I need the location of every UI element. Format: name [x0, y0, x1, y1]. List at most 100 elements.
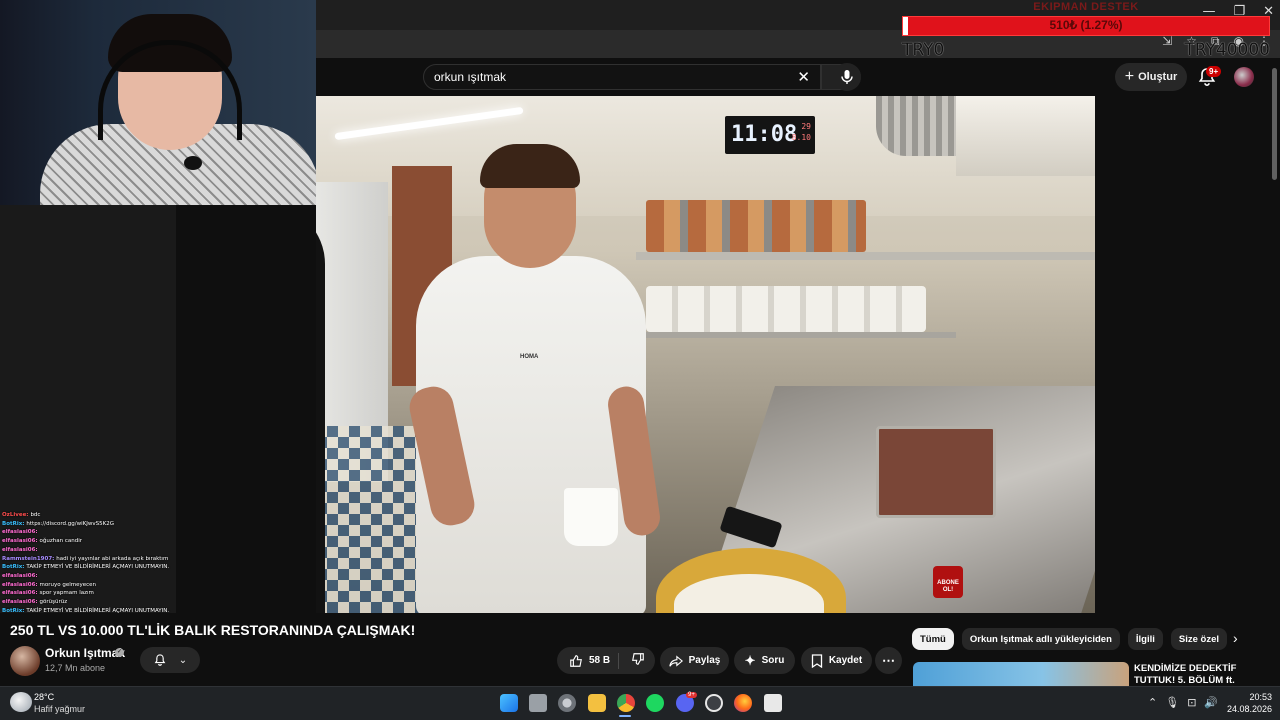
streamer-webcam: [0, 0, 316, 205]
chat-username[interactable]: elfaslasi06:: [2, 599, 40, 605]
like-count: 58 B: [588, 655, 611, 666]
chat-text: spor yapmam lazım: [39, 590, 94, 597]
donation-max-label: TRY40000: [1184, 40, 1270, 60]
spotify-icon[interactable]: [646, 694, 664, 712]
sparkle-icon: ✦: [744, 652, 756, 668]
chat-text: TAKİP ETMEYİ VE BİLDİRİMLERİ AÇMAYI UNUT…: [26, 564, 170, 571]
chat-text: hadi iyi yayınlar abi arkada açık bırakt…: [56, 555, 169, 562]
channel-name[interactable]: Orkun Işıtmak: [45, 646, 125, 660]
chat-username[interactable]: BotRix:: [2, 521, 26, 527]
windows-taskbar: [0, 686, 1280, 720]
firefox-icon[interactable]: [734, 694, 752, 712]
chat-message: elfaslasi06:: [2, 546, 177, 555]
chevron-right-icon[interactable]: ›: [1233, 630, 1238, 646]
save-label: Kaydet: [828, 655, 863, 666]
dislike-button[interactable]: [625, 652, 651, 669]
wall-clock-side: 29 8.10: [792, 121, 811, 143]
cloud-rain-icon[interactable]: [10, 692, 32, 712]
chat-username[interactable]: elfaslasi06:: [2, 547, 38, 553]
subscription-bell-button[interactable]: ⌄: [140, 647, 200, 673]
close-icon[interactable]: ✕: [797, 68, 810, 86]
save-button[interactable]: Kaydet: [801, 647, 872, 674]
chat-username[interactable]: elfaslasi06:: [2, 573, 38, 579]
chat-message: BotRix: https://discord.gg/wiKJwvS5K2G: [2, 520, 177, 529]
share-button[interactable]: Paylaş: [660, 647, 729, 674]
filter-chip[interactable]: Orkun Işıtmak adlı yükleyiciden: [961, 628, 1120, 650]
mic-icon: [841, 70, 853, 84]
more-dots-icon: ⋯: [882, 652, 895, 668]
like-dislike-group: 58 B: [557, 647, 655, 674]
video-scene-shelf-mid: [636, 332, 956, 338]
donation-amount: 510₺ (1.27%): [1049, 18, 1123, 32]
subscribe-sticker-text: ABONE OL!: [937, 580, 959, 593]
recommendation-title[interactable]: KENDİMİZE DEDEKTİF TUTTUK! 5. BÖLÜM ft.: [1134, 663, 1264, 687]
recommendation-thumbnail[interactable]: [913, 662, 1129, 686]
video-scene-hood: [956, 96, 1095, 176]
search-box[interactable]: orkun ışıtmak ✕: [423, 64, 821, 90]
voice-search-button[interactable]: [833, 63, 861, 91]
chat-username[interactable]: Rammstein1907:: [2, 556, 56, 562]
chat-text: oğuzhan candir: [39, 538, 83, 545]
create-button[interactable]: + Oluştur: [1115, 63, 1187, 91]
weather-temperature[interactable]: 28°C: [34, 692, 54, 702]
chat-username[interactable]: elfaslasi06:: [2, 582, 40, 588]
wall-clock-time: 11:08: [731, 122, 798, 147]
task-view-icon[interactable]: [529, 694, 547, 712]
chat-username[interactable]: elfaslasi06:: [2, 590, 40, 596]
video-scene-plates: [646, 286, 926, 332]
ask-button[interactable]: ✦ Soru: [734, 647, 795, 674]
file-explorer-icon[interactable]: [588, 694, 606, 712]
ask-label: Soru: [761, 655, 785, 666]
recommendation-filter-chips: Tümü Orkun Işıtmak adlı yükleyiciden İlgil…: [912, 628, 1228, 650]
chat-message: elfaslasi06:: [2, 572, 177, 581]
chevron-down-icon: ⌄: [178, 654, 188, 666]
filter-chip[interactable]: İlgili: [1127, 628, 1163, 650]
verified-icon: ✓: [115, 648, 124, 657]
video-scene-wall-clock: 11:08 29 8.10: [725, 116, 815, 154]
chat-message: elfaslasi06: görüşürüz: [2, 598, 177, 607]
video-scene-shelf-top: [636, 252, 1095, 260]
taskbar-time[interactable]: 20:53: [1232, 692, 1272, 702]
active-app-indicator: [619, 715, 631, 717]
chat-message: Rammstein1907: hadi iyi yayınlar abi ark…: [2, 555, 177, 564]
search-input[interactable]: orkun ışıtmak: [434, 70, 506, 84]
weather-description[interactable]: Hafif yağmur: [34, 704, 85, 714]
chat-username[interactable]: OzLivee:: [2, 512, 30, 518]
obs-icon[interactable]: [764, 694, 782, 712]
chevron-up-icon[interactable]: ⌃: [1148, 696, 1157, 709]
filter-chip[interactable]: Size özel: [1170, 628, 1228, 650]
youtube-header: orkun ışıtmak ✕ + Oluştur 9+: [316, 58, 1280, 96]
chat-username[interactable]: elfaslasi06:: [2, 529, 38, 535]
bookmark-icon: [811, 653, 822, 668]
video-scene-chef-hair: [480, 144, 580, 188]
chrome-icon[interactable]: [617, 694, 635, 712]
app-icon[interactable]: [705, 694, 723, 712]
video-scene-person: [316, 204, 325, 613]
mic-tray-icon[interactable]: 🎙: [1165, 696, 1179, 709]
plus-icon: +: [1124, 68, 1135, 85]
thumbs-down-icon: [632, 653, 644, 665]
channel-avatar[interactable]: [10, 646, 40, 676]
subscriber-count: 12,7 Mn abone: [45, 663, 106, 673]
more-actions-button[interactable]: ⋯: [875, 647, 902, 674]
filter-chip[interactable]: Tümü: [912, 628, 954, 650]
chat-username[interactable]: elfaslasi06:: [2, 538, 40, 544]
video-player[interactable]: 11:08 29 8.10 HOMA: [316, 96, 1095, 613]
account-avatar[interactable]: [1234, 67, 1254, 87]
thumbs-up-icon: [570, 654, 582, 667]
taskbar-date[interactable]: 24.08.2026: [1222, 704, 1272, 714]
wall-clock-date: 8.10: [791, 133, 811, 142]
scrollbar-thumb[interactable]: [1272, 68, 1277, 180]
network-icon[interactable]: ⊡: [1187, 696, 1196, 709]
notification-badge: 9+: [1206, 66, 1222, 77]
donation-title: EKIPMAN DESTEK: [1033, 1, 1139, 13]
windows-start-icon[interactable]: [500, 694, 518, 712]
volume-icon[interactable]: 🔊: [1204, 696, 1218, 709]
settings-gear-icon[interactable]: [558, 694, 576, 712]
subscribe-sticker: ABONE OL!: [933, 566, 963, 598]
wall-clock-temp: 29: [801, 122, 811, 131]
like-button[interactable]: 58 B: [561, 652, 620, 669]
chat-text: moruyo gelmeyecen: [39, 581, 97, 588]
chat-username[interactable]: BotRix:: [2, 564, 26, 570]
create-label: Oluştur: [1138, 71, 1178, 83]
